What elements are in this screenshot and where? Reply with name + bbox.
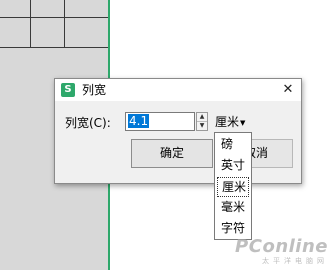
- unit-option-points[interactable]: 磅: [217, 135, 249, 155]
- close-button[interactable]: ✕: [279, 81, 297, 99]
- column-width-label: 列宽(C):: [65, 116, 111, 130]
- column-width-input[interactable]: 4.1: [125, 112, 195, 131]
- column-width-value: 4.1: [128, 114, 150, 128]
- unit-option-centimeters[interactable]: 厘米: [217, 177, 249, 197]
- grid-line: [0, 17, 108, 18]
- unit-option-inches[interactable]: 英寸: [217, 156, 249, 176]
- chevron-down-icon: ▼: [240, 118, 246, 127]
- dialog-title: 列宽: [82, 83, 107, 97]
- spin-down-icon[interactable]: ▼: [197, 122, 207, 130]
- close-icon: ✕: [282, 82, 294, 97]
- dialog-titlebar[interactable]: S 列宽 ✕: [55, 79, 301, 101]
- unit-dropdown-list: 磅 英寸 厘米 毫米 字符: [214, 132, 252, 240]
- unit-select-value: 厘米: [215, 115, 240, 129]
- watermark-brand: PConline: [235, 236, 328, 257]
- grid-line: [0, 47, 108, 48]
- ok-button[interactable]: 确定: [131, 139, 213, 168]
- width-spinner[interactable]: ▲ ▼: [196, 112, 208, 131]
- wps-sheet-icon: S: [61, 83, 75, 97]
- pconline-watermark: PConline 太平洋电脑网: [235, 237, 328, 266]
- watermark-subtitle: 太平洋电脑网: [262, 257, 328, 265]
- unit-select[interactable]: 厘米▼: [215, 113, 245, 131]
- column-width-dialog: S 列宽 ✕ 列宽(C): 4.1 ▲ ▼ 厘米▼ 确定 取消: [54, 78, 302, 184]
- grid-line: [64, 0, 65, 48]
- unit-option-millimeters[interactable]: 毫米: [217, 198, 249, 218]
- grid-line: [30, 0, 31, 48]
- spin-up-icon[interactable]: ▲: [197, 113, 207, 122]
